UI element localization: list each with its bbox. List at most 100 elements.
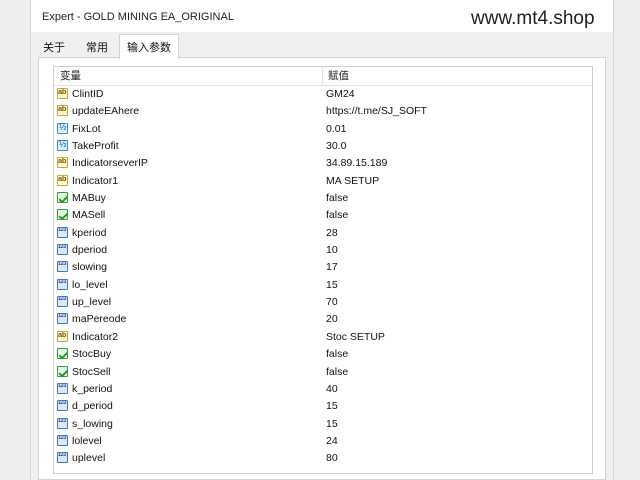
bool-type-icon <box>57 209 68 221</box>
param-name: ClintID <box>72 88 104 100</box>
param-name: k_period <box>72 382 113 395</box>
param-name-cell[interactable]: TakeProfit <box>57 138 322 155</box>
table-row[interactable]: MABuy false <box>54 190 592 207</box>
param-name-cell[interactable]: slowing <box>57 259 322 276</box>
param-value[interactable]: 28 <box>326 225 338 242</box>
param-name-cell[interactable]: ClintID <box>57 86 322 103</box>
header-value[interactable]: 赋值 <box>328 67 349 85</box>
param-name-cell[interactable]: StocSell <box>57 364 322 381</box>
param-name-cell[interactable]: kperiod <box>57 225 322 242</box>
param-value[interactable]: GM24 <box>326 86 355 103</box>
window-title: Expert - GOLD MINING EA_ORIGINAL <box>42 11 234 23</box>
table-row[interactable]: d_period 15 <box>54 398 592 415</box>
param-name-cell[interactable]: FixLot <box>57 121 322 138</box>
param-name-cell[interactable]: lolevel <box>57 433 322 450</box>
int-type-icon <box>57 382 68 394</box>
param-value[interactable]: 15 <box>326 398 338 415</box>
double-type-icon <box>57 140 68 152</box>
int-type-icon <box>57 296 68 308</box>
param-name-cell[interactable]: s_lowing <box>57 416 322 433</box>
param-name-cell[interactable]: d_period <box>57 398 322 415</box>
int-type-icon <box>57 244 68 256</box>
param-name-cell[interactable]: updateEAhere <box>57 103 322 120</box>
param-name-cell[interactable]: maPereode <box>57 311 322 328</box>
param-name-cell[interactable]: Indicator2 <box>57 329 322 346</box>
table-row[interactable]: lolevel 24 <box>54 433 592 450</box>
param-value[interactable]: Stoc SETUP <box>326 329 385 346</box>
table-row[interactable]: FixLot 0.01 <box>54 121 592 138</box>
param-value[interactable]: false <box>326 364 348 381</box>
tab-inputs[interactable]: 输入参数 <box>119 34 179 59</box>
param-value[interactable]: 40 <box>326 381 338 398</box>
background-right <box>612 0 640 480</box>
int-type-icon <box>57 400 68 412</box>
table-row[interactable]: k_period 40 <box>54 381 592 398</box>
param-value[interactable]: false <box>326 207 348 224</box>
param-value[interactable]: https://t.me/SJ_SOFT <box>326 103 427 120</box>
int-type-icon <box>57 278 68 290</box>
param-value[interactable]: 15 <box>326 416 338 433</box>
table-row[interactable]: Indicator1 MA SETUP <box>54 173 592 190</box>
param-value[interactable]: 70 <box>326 294 338 311</box>
param-name: StocBuy <box>72 348 112 361</box>
tab-about[interactable]: 关于 <box>40 36 68 57</box>
table-row[interactable]: dperiod 10 <box>54 242 592 259</box>
table-row[interactable]: updateEAhere https://t.me/SJ_SOFT <box>54 103 592 120</box>
tab-common[interactable]: 常用 <box>83 36 111 57</box>
param-name: d_period <box>72 400 113 413</box>
table-row[interactable]: maPereode 20 <box>54 311 592 328</box>
param-value[interactable]: 0.01 <box>326 121 346 138</box>
param-name: lolevel <box>72 434 102 447</box>
table-row[interactable]: StocBuy false <box>54 346 592 363</box>
param-value[interactable]: 80 <box>326 450 338 467</box>
param-value[interactable]: false <box>326 190 348 207</box>
parameters-table: 变量 赋值 ClintID GM24 updateEAhere https://t.m… <box>53 66 593 474</box>
param-name-cell[interactable]: MABuy <box>57 190 322 207</box>
param-value[interactable]: 10 <box>326 242 338 259</box>
param-name: StocSell <box>72 365 111 378</box>
int-type-icon <box>57 452 68 464</box>
string-type-icon <box>57 88 68 99</box>
param-value[interactable]: 17 <box>326 259 338 276</box>
tab-strip: 关于 常用 输入参数 <box>31 32 613 59</box>
param-name-cell[interactable]: uplevel <box>57 450 322 467</box>
table-row[interactable]: Indicator2 Stoc SETUP <box>54 329 592 346</box>
param-value[interactable]: 34.89.15.189 <box>326 155 387 172</box>
param-value[interactable]: 24 <box>326 433 338 450</box>
param-name-cell[interactable]: lo_level <box>57 277 322 294</box>
table-row[interactable]: IndicatorseverIP 34.89.15.189 <box>54 155 592 172</box>
int-type-icon <box>57 434 68 446</box>
table-row[interactable]: ClintID GM24 <box>54 86 592 103</box>
param-name: kperiod <box>72 226 107 239</box>
table-row[interactable]: uplevel 80 <box>54 450 592 467</box>
table-row[interactable]: lo_level 15 <box>54 277 592 294</box>
table-row[interactable]: MASell false <box>54 207 592 224</box>
param-name: uplevel <box>72 452 106 465</box>
table-header: 变量 赋值 <box>54 67 592 86</box>
table-row[interactable]: s_lowing 15 <box>54 416 592 433</box>
table-row[interactable]: TakeProfit 30.0 <box>54 138 592 155</box>
param-name: TakeProfit <box>72 140 119 153</box>
expert-properties-dialog: Expert - GOLD MINING EA_ORIGINAL www.mt4… <box>30 0 614 480</box>
param-value[interactable]: false <box>326 346 348 363</box>
int-type-icon <box>57 261 68 273</box>
param-value[interactable]: 30.0 <box>326 138 346 155</box>
param-name: dperiod <box>72 244 108 257</box>
param-value[interactable]: 20 <box>326 311 338 328</box>
table-row[interactable]: kperiod 28 <box>54 225 592 242</box>
param-name: updateEAhere <box>72 105 140 118</box>
param-name-cell[interactable]: dperiod <box>57 242 322 259</box>
param-name-cell[interactable]: up_level <box>57 294 322 311</box>
table-row[interactable]: slowing 17 <box>54 259 592 276</box>
param-name-cell[interactable]: IndicatorseverIP <box>57 155 322 172</box>
table-row[interactable]: StocSell false <box>54 364 592 381</box>
param-name-cell[interactable]: Indicator1 <box>57 173 322 190</box>
param-value[interactable]: 15 <box>326 277 338 294</box>
param-name-cell[interactable]: k_period <box>57 381 322 398</box>
param-name-cell[interactable]: MASell <box>57 207 322 224</box>
param-name-cell[interactable]: StocBuy <box>57 346 322 363</box>
table-row[interactable]: up_level 70 <box>54 294 592 311</box>
header-variable[interactable]: 变量 <box>60 67 81 85</box>
param-value[interactable]: MA SETUP <box>326 173 379 190</box>
header-divider[interactable] <box>322 67 323 85</box>
